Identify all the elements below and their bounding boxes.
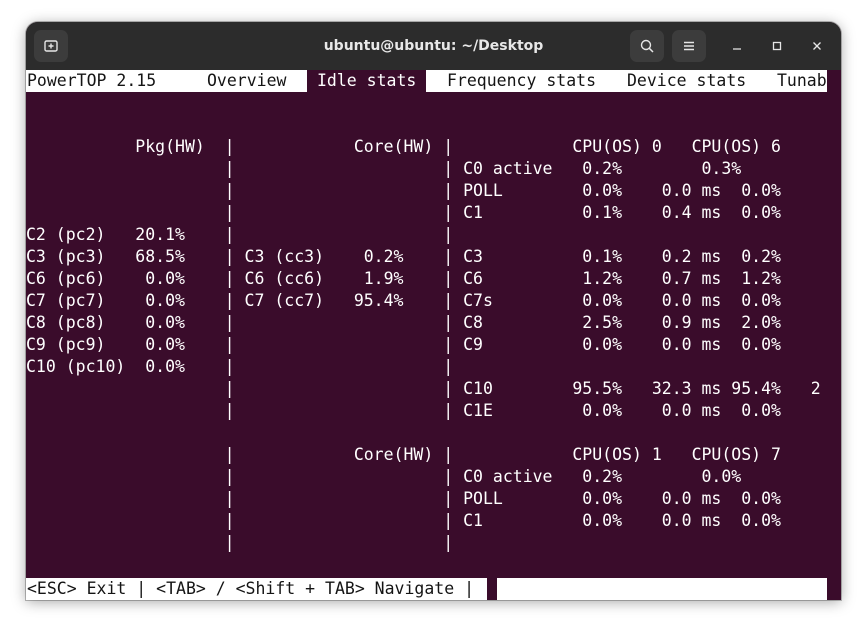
- window-title: ubuntu@ubuntu: ~/Desktop: [323, 38, 544, 54]
- stats-line: C10 (pc10) 0.0% | |: [26, 357, 454, 376]
- menu-button[interactable]: [672, 30, 706, 62]
- footer-status-box: [497, 578, 827, 600]
- stats-line: C7 (pc7) 0.0% | C7 (cc7) 95.4% | C7s 0.0…: [26, 291, 781, 310]
- terminal-content[interactable]: PowerTOP 2.15 Overview Idle stats Freque…: [26, 70, 841, 600]
- stats-line: | | POLL 0.0% 0.0 ms 0.0%: [26, 489, 781, 508]
- close-icon: [813, 42, 821, 50]
- app-name: PowerTOP 2.15: [27, 71, 157, 90]
- stats-line: | | C0 active 0.2% 0.0%: [26, 467, 742, 486]
- minimize-icon: [733, 48, 741, 50]
- stats-line: Pkg(HW) | Core(HW) | CPU(OS) 0 CPU(OS) 6: [26, 137, 781, 156]
- stats-line: C2 (pc2) 20.1% | |: [26, 225, 454, 244]
- tab-tunables[interactable]: Tunab: [777, 70, 827, 92]
- search-icon: [640, 39, 654, 53]
- stats-line: C3 (pc3) 68.5% | C3 (cc3) 0.2% | C3 0.1%…: [26, 247, 781, 266]
- stats-line: | | C1E 0.0% 0.0 ms 0.0%: [26, 401, 781, 420]
- maximize-button[interactable]: [765, 34, 789, 58]
- stats-line: | | POLL 0.0% 0.0 ms 0.0%: [26, 181, 781, 200]
- stats-line: | | C0 active 0.2% 0.3%: [26, 159, 742, 178]
- close-button[interactable]: [805, 34, 829, 58]
- stats-line: | |: [26, 533, 454, 552]
- tab-idle-stats[interactable]: Idle stats: [307, 70, 427, 92]
- minimize-button[interactable]: [725, 34, 749, 58]
- stats-line: | | C10 95.5% 32.3 ms 95.4% 2: [26, 379, 821, 398]
- search-button[interactable]: [630, 30, 664, 62]
- stats-line: C6 (pc6) 0.0% | C6 (cc6) 1.9% | C6 1.2% …: [26, 269, 781, 288]
- tab-overview[interactable]: Overview: [207, 70, 286, 92]
- terminal-window: ubuntu@ubuntu: ~/Desktop PowerTOP 2.15 O…: [26, 22, 841, 600]
- maximize-icon: [772, 41, 782, 51]
- stats-line: | | C1 0.1% 0.4 ms 0.0%: [26, 203, 781, 222]
- stats-line: | | C1 0.0% 0.0 ms 0.0%: [26, 511, 781, 530]
- stats-line: | Core(HW) | CPU(OS) 1 CPU(OS) 7: [26, 445, 781, 464]
- footer-help-text: <ESC> Exit | <TAB> / <Shift + TAB> Navig…: [27, 579, 475, 598]
- title-bar: ubuntu@ubuntu: ~/Desktop: [26, 22, 841, 70]
- hamburger-menu-icon: [684, 41, 694, 51]
- stats-line: C8 (pc8) 0.0% | | C8 2.5% 0.9 ms 2.0%: [26, 313, 781, 332]
- tab-frequency-stats[interactable]: Frequency stats: [447, 70, 596, 92]
- tab-device-stats[interactable]: Device stats: [627, 70, 746, 92]
- stats-line: C9 (pc9) 0.0% | | C9 0.0% 0.0 ms 0.0%: [26, 335, 781, 354]
